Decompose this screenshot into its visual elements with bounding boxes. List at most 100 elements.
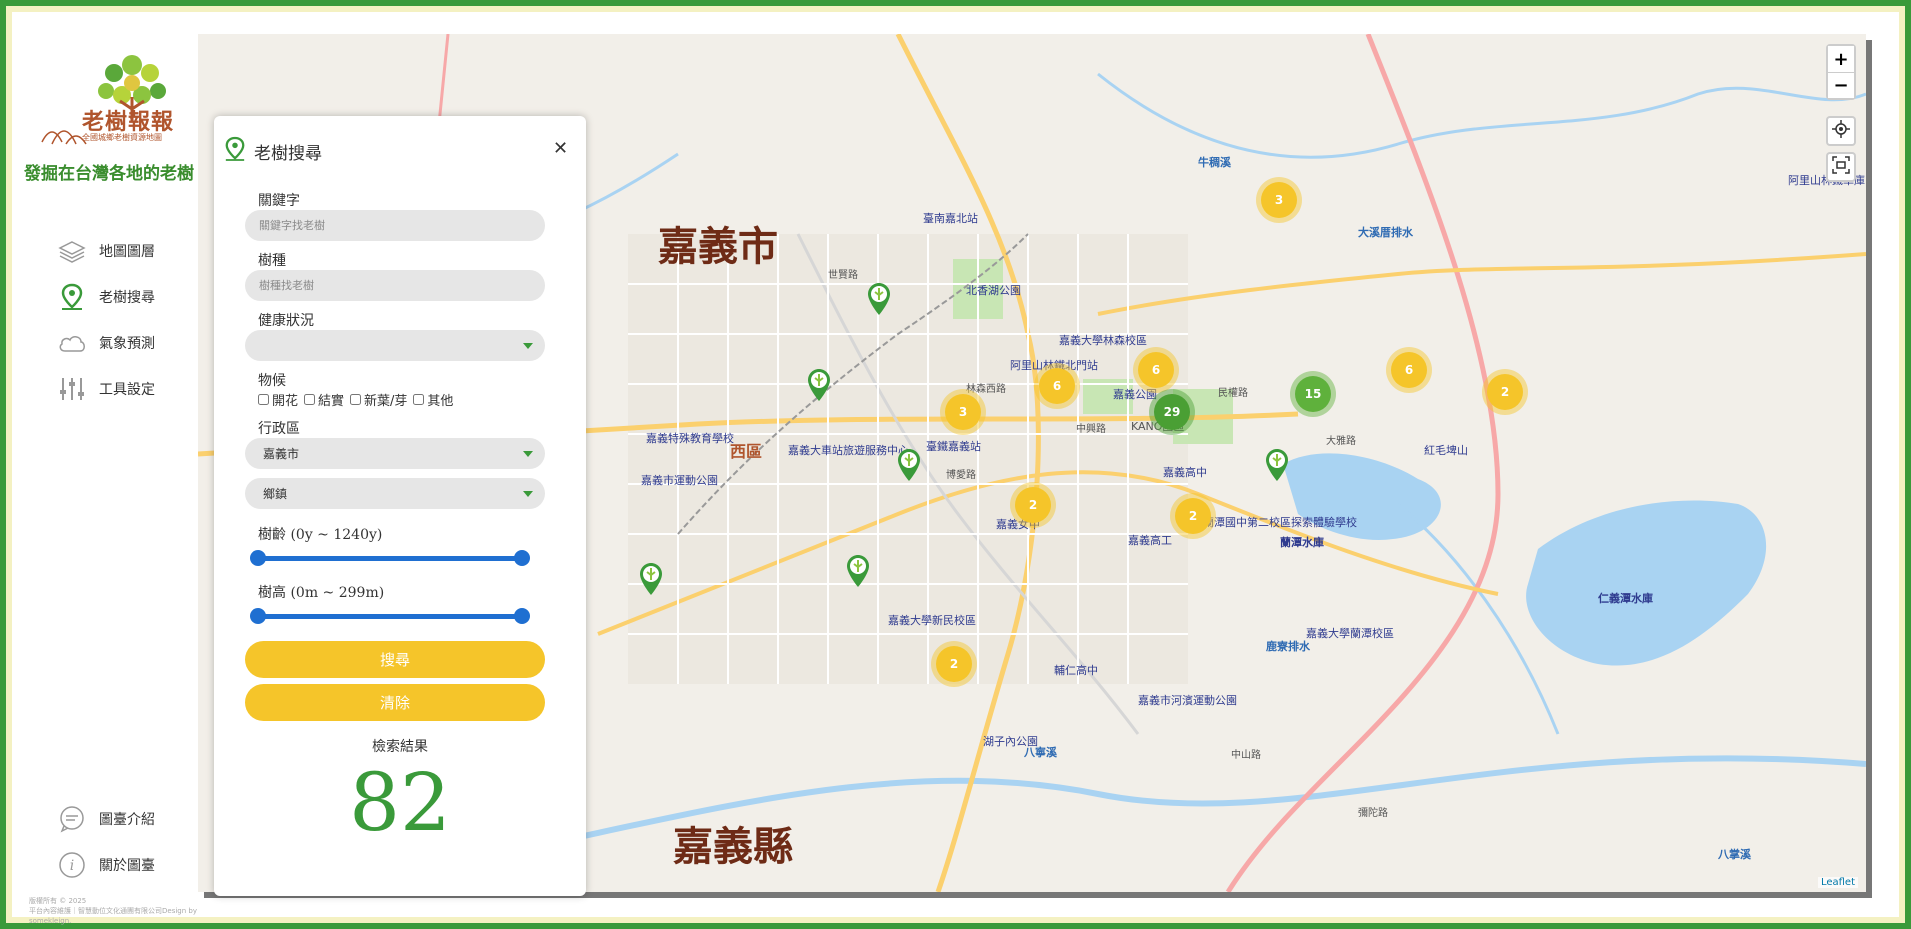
crosshair-icon [1832,120,1850,142]
layers-icon [57,236,87,266]
phenology-option[interactable]: 新葉/芽 [350,390,407,409]
map-place: 嘉義大學林森校區 [1059,334,1147,347]
chevron-down-icon [523,451,533,457]
phenology-checkbox-new-leaves[interactable] [350,394,362,405]
nav-label: 老樹搜尋 [99,290,155,306]
keyword-input[interactable] [245,210,545,241]
age-range-slider[interactable] [250,550,530,566]
tree-cluster-marker[interactable]: 6 [1138,352,1174,388]
tree-pin-icon[interactable] [806,368,832,402]
close-icon[interactable]: ✕ [553,138,568,159]
tree-pin-icon[interactable] [896,448,922,482]
phenology-option[interactable]: 結實 [304,390,344,409]
nav-tool-settings[interactable]: 工具設定 [57,374,155,404]
zoom-in-button[interactable]: + [1828,46,1854,72]
map-label-chiayi-city: 嘉義市 [658,223,778,270]
footer: 版權所有 © 2025 平台內容維護｜智慧動位文化通團有限公司Design by… [29,896,198,926]
chevron-down-icon [523,343,533,349]
nav-label: 關於圖臺 [99,858,155,874]
capture-icon [1832,156,1850,178]
phenology-checkboxes: 開花 結實 新葉/芽 其他 [258,390,453,409]
species-input[interactable] [245,270,545,301]
map-place: 蘭潭國中第二校區探索體驗學校 [1203,516,1357,529]
map-road: 世賢路 [828,270,858,281]
map-label-west-district: 西區 [730,442,763,461]
height-max-handle[interactable] [514,608,530,624]
tree-cluster-marker[interactable]: 29 [1154,394,1190,430]
age-min-handle[interactable] [250,550,266,566]
map-road: 大雅路 [1326,436,1356,447]
map-road: 林森西路 [966,384,1006,395]
nav-label: 圖臺介紹 [99,812,155,828]
brand-subtitle: 全國城鄉老樹資源地圖 [82,133,162,142]
height-range-slider[interactable] [250,608,530,624]
panel-header: 老樹搜尋 [224,136,322,166]
tree-pin-icon[interactable] [638,562,664,596]
district-label: 行政區 [258,421,300,437]
map-place: 臺鐵嘉義站 [926,440,981,453]
map-attribution[interactable]: Leaflet [1817,877,1858,888]
nav-tree-search[interactable]: 老樹搜尋 [57,282,155,312]
map-river: 八掌溪 [1718,848,1751,861]
nav-label: 氣象預測 [99,336,155,352]
map-place: 嘉義大學新民校區 [888,614,976,627]
credits-text: 平台內容維護｜智慧動位文化通團有限公司Design by somekleign. [29,907,197,925]
phenology-option[interactable]: 其他 [413,390,453,409]
map-river: 大溪厝排水 [1358,226,1413,239]
health-select[interactable] [245,330,545,361]
tree-pin-icon[interactable] [845,554,871,588]
tree-cluster-marker[interactable]: 2 [1487,374,1523,410]
info-icon: i [57,850,87,880]
tree-cluster-marker[interactable]: 2 [1015,487,1051,523]
result-count: 82 [349,756,451,849]
nav-map-layers[interactable]: 地圖圖層 [57,236,155,266]
sliders-icon [57,374,87,404]
result-label: 檢索結果 [372,739,428,755]
phenology-checkbox-flowering[interactable] [258,394,269,405]
height-range-label: 樹高 (0m ~ 299m) [258,585,385,601]
nav-platform-intro[interactable]: 圖臺介紹 [57,804,155,834]
search-button[interactable]: 搜尋 [245,641,545,678]
height-min-handle[interactable] [250,608,266,624]
screenshot-button[interactable] [1826,152,1856,182]
map-place: 仁義潭水庫 [1598,592,1653,605]
tree-cluster-marker[interactable]: 15 [1295,376,1331,412]
tree-pin-icon[interactable] [1264,448,1290,482]
map-place: 嘉義高工 [1128,534,1172,547]
map-road: 中山路 [1231,750,1261,761]
sidebar: 老樹報報 全國城鄉老樹資源地圖 發掘在台灣各地的老樹 地圖圖層 老樹搜尋 氣象預… [12,12,198,925]
map-place: 嘉義公園 [1113,388,1157,401]
phenology-label: 物候 [258,373,286,389]
brand-tagline: 發掘在台灣各地的老樹 [24,164,194,184]
panel-title: 老樹搜尋 [254,143,322,164]
map-place: 嘉義高中 [1163,466,1207,479]
tree-cluster-marker[interactable]: 3 [945,394,981,430]
tree-cluster-marker[interactable]: 2 [936,646,972,682]
county-select-value: 嘉義市 [263,447,300,461]
map-pin-icon [57,282,87,312]
zoom-out-button[interactable]: − [1828,72,1854,98]
map-place: 輔仁高中 [1054,664,1098,677]
tree-pin-icon[interactable] [866,282,892,316]
phenology-option[interactable]: 開花 [258,390,298,409]
map-place: 嘉義特殊教育學校 [646,432,734,445]
county-select[interactable]: 嘉義市 [245,438,545,469]
nav-about-platform[interactable]: i 關於圖臺 [57,850,155,880]
phenology-checkbox-fruiting[interactable] [304,394,316,405]
map-place: 紅毛埤山 [1424,444,1468,457]
chevron-down-icon [523,491,533,497]
locate-button[interactable] [1826,116,1856,146]
nav-weather[interactable]: 氣象預測 [57,328,155,358]
map-place: 北香湖公園 [966,284,1021,297]
tree-cluster-marker[interactable]: 6 [1391,352,1427,388]
tree-cluster-marker[interactable]: 3 [1261,182,1297,218]
clear-button[interactable]: 清除 [245,684,545,721]
tree-cluster-marker[interactable]: 6 [1039,368,1075,404]
tree-cluster-marker[interactable]: 2 [1175,498,1211,534]
map-pin-icon [224,136,246,166]
map-road: 彌陀路 [1358,808,1388,819]
age-range-label: 樹齡 (0y ~ 1240y) [258,527,383,543]
town-select[interactable]: 鄉鎮 [245,478,545,509]
age-max-handle[interactable] [514,550,530,566]
phenology-checkbox-other[interactable] [413,394,425,405]
